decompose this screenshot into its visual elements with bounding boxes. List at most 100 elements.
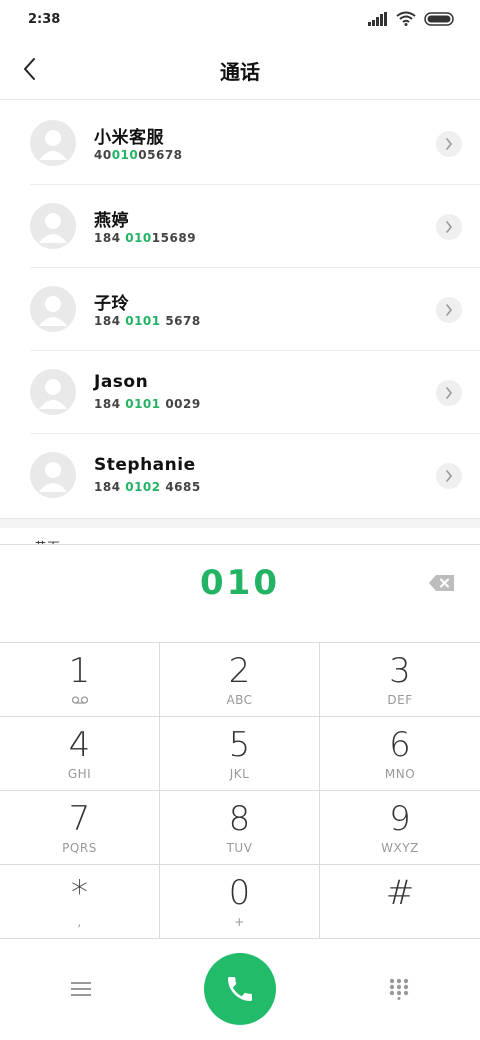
person-placeholder-icon	[39, 130, 67, 160]
number-prefix: 184	[94, 314, 126, 328]
key-3[interactable]: 3 DEF	[320, 643, 480, 717]
number-suffix: 4685	[160, 480, 201, 494]
contact-detail-button[interactable]	[436, 214, 462, 240]
contact-number: 184 0101 0029	[94, 397, 201, 411]
key-letters: JKL	[229, 767, 250, 781]
key-star[interactable]: * ,	[0, 865, 160, 939]
dialed-number: 010	[200, 563, 280, 603]
key-hash[interactable]: #	[320, 865, 480, 939]
status-bar: 2:38	[0, 0, 480, 40]
contact-detail-button[interactable]	[436, 297, 462, 323]
avatar	[30, 203, 76, 249]
header: 通话	[0, 40, 480, 100]
dialer-panel: 010 1 2 ABC 3 DEF 4 GHI 5 JKL 6 MNO 7 PQ…	[0, 544, 480, 1040]
chevron-right-icon	[446, 470, 453, 482]
contact-row[interactable]: 小米客服 4001005678	[0, 102, 480, 185]
avatar	[30, 369, 76, 415]
key-letters: ABC	[226, 693, 253, 707]
number-suffix: 15689	[151, 231, 197, 245]
person-placeholder-icon	[39, 213, 67, 243]
key-9[interactable]: 9 WXYZ	[320, 791, 480, 865]
contact-detail-button[interactable]	[436, 380, 462, 406]
number-prefix: 40	[94, 148, 112, 162]
menu-button[interactable]	[66, 974, 96, 1004]
avatar	[30, 120, 76, 166]
contact-suggestions-list: 小米客服 4001005678 燕婷 184 01015689 子玲 184 0…	[0, 102, 480, 518]
contact-name: 子玲	[94, 294, 129, 314]
chevron-right-icon	[446, 304, 453, 316]
key-digit: 1	[68, 651, 91, 691]
person-placeholder-icon	[39, 296, 67, 326]
number-match: 010	[125, 231, 152, 245]
key-letters: WXYZ	[381, 841, 419, 855]
key-digit: 5	[228, 725, 251, 765]
dialpad-toggle-button[interactable]	[384, 974, 414, 1004]
key-letters: ,	[77, 915, 82, 929]
contact-number: 4001005678	[94, 148, 183, 162]
key-digit: 8	[228, 799, 251, 839]
contact-row[interactable]: 燕婷 184 01015689	[0, 185, 480, 268]
key-letters: MNO	[384, 767, 416, 781]
key-8[interactable]: 8 TUV	[160, 791, 320, 865]
key-0[interactable]: 0 +	[160, 865, 320, 939]
contact-row[interactable]: 子玲 184 0101 5678	[0, 268, 480, 351]
contact-detail-button[interactable]	[436, 131, 462, 157]
contact-name: Stephanie	[94, 455, 196, 475]
battery-icon	[424, 11, 454, 26]
contact-row[interactable]: Jason 184 0101 0029	[0, 351, 480, 434]
menu-icon	[71, 982, 91, 996]
contact-name: 燕婷	[94, 211, 129, 231]
contact-number: 184 0101 5678	[94, 314, 201, 328]
number-match: 0101	[125, 314, 161, 328]
contact-number: 184 0102 4685	[94, 480, 201, 494]
keypad: 1 2 ABC 3 DEF 4 GHI 5 JKL 6 MNO 7 PQRS 8…	[0, 642, 480, 939]
key-digit: 9	[389, 799, 411, 839]
voicemail-icon	[71, 696, 89, 704]
page-title: 通话	[220, 60, 260, 84]
avatar	[30, 452, 76, 498]
avatar	[30, 286, 76, 332]
chevron-right-icon	[446, 138, 453, 150]
call-button[interactable]	[204, 953, 276, 1025]
number-prefix: 184	[94, 397, 126, 411]
backspace-icon	[429, 575, 454, 591]
phone-icon	[228, 977, 252, 1001]
key-letters: PQRS	[62, 841, 97, 855]
chevron-right-icon	[446, 387, 453, 399]
number-suffix: 05678	[138, 148, 183, 162]
key-digit: 6	[389, 725, 411, 765]
contact-detail-button[interactable]	[436, 463, 462, 489]
number-prefix: 184	[94, 231, 126, 245]
key-1[interactable]: 1	[0, 643, 160, 717]
key-digit: 3	[389, 651, 411, 691]
person-placeholder-icon	[39, 462, 67, 492]
number-suffix: 0029	[160, 397, 201, 411]
key-6[interactable]: 6 MNO	[320, 717, 480, 791]
number-match: 0102	[125, 480, 161, 494]
status-icons	[368, 11, 454, 26]
key-digit: 0	[228, 873, 251, 913]
key-4[interactable]: 4 GHI	[0, 717, 160, 791]
key-7[interactable]: 7 PQRS	[0, 791, 160, 865]
contact-name: Jason	[94, 372, 149, 392]
backspace-button[interactable]	[428, 573, 456, 593]
section-header-peek: 黄页	[0, 528, 480, 544]
wifi-icon	[396, 11, 416, 26]
key-digit: 7	[68, 799, 91, 839]
key-2[interactable]: 2 ABC	[160, 643, 320, 717]
number-match: 0101	[125, 397, 161, 411]
person-placeholder-icon	[39, 379, 67, 409]
dialer-bottom-bar	[0, 938, 480, 1040]
key-5[interactable]: 5 JKL	[160, 717, 320, 791]
dialpad-icon	[389, 978, 409, 1000]
contact-number: 184 01015689	[94, 231, 196, 245]
key-letters: GHI	[67, 767, 92, 781]
section-divider	[0, 518, 480, 528]
key-digit: *	[71, 873, 88, 913]
contact-row[interactable]: Stephanie 184 0102 4685	[0, 434, 480, 517]
status-time: 2:38	[28, 12, 61, 27]
key-digit: #	[385, 873, 415, 913]
chevron-right-icon	[446, 221, 453, 233]
contact-name: 小米客服	[94, 128, 164, 148]
key-letters: +	[234, 915, 245, 929]
